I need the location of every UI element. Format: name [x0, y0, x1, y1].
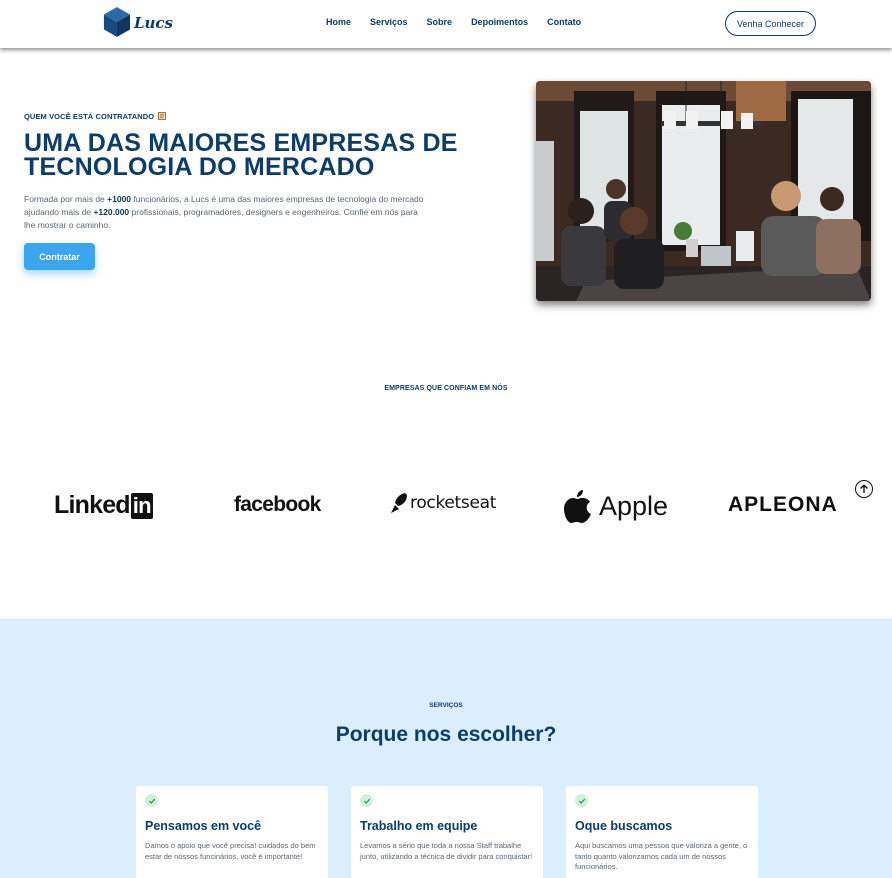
linkedin-logo: Linked in [54, 491, 153, 519]
service-card-text: Aqui buscamos uma pessoa que valoriza a … [575, 841, 748, 871]
check-icon [360, 794, 373, 807]
logo-text: Lucs [133, 14, 173, 32]
nav-link-servicos[interactable]: Serviços [370, 17, 408, 27]
services-title: Porque nos escolher? [335, 723, 557, 746]
back-to-top-button[interactable] [855, 480, 873, 498]
scroll-icon [158, 112, 167, 120]
companies-title: EMPRESAS QUE CONFIAM EM NÓS [384, 385, 508, 392]
rocket-icon [391, 493, 407, 513]
apleona-logo: APLEONA [728, 493, 838, 516]
service-card-text: Levamos a sério que toda a nossa Staff t… [360, 841, 533, 861]
nav-link-sobre[interactable]: Sobre [427, 17, 453, 27]
hero-eyebrow-text: QUEM VOCÊ ESTÁ CONTRATANDO [24, 111, 155, 121]
check-icon [575, 794, 588, 807]
venha-conhecer-button[interactable]: Venha Conhecer [725, 11, 816, 36]
nav-link-home[interactable]: Home [326, 17, 351, 27]
nav-menu: Home Serviços Sobre Depoimentos Contato [326, 17, 581, 27]
services-section: SERVIÇOS Porque nos escolher? Pensamos e… [0, 619, 892, 878]
service-card-title: Pensamos em você [145, 819, 262, 833]
nav-link-depoimentos[interactable]: Depoimentos [471, 17, 528, 27]
rocketseat-logo: rocketseat [390, 492, 496, 514]
hero-description: Formada por mais de +1000 funcionários, … [24, 194, 424, 230]
logo[interactable]: Lucs [103, 4, 173, 40]
hero-title: UMA DAS MAIORES EMPRESAS DE TECNOLOGIA D… [24, 129, 458, 181]
service-card-text: Damos o apoio que você precisa! cuidados… [145, 841, 316, 861]
facebook-logo: facebook [234, 493, 321, 516]
service-card-title: Trabalho em equipe [360, 819, 478, 833]
cube-logo-icon [103, 7, 131, 37]
navbar: Lucs Home Serviços Sobre Depoimentos Con… [0, 0, 892, 48]
apple-logo: Apple [563, 488, 668, 524]
service-card-title: Oque buscamos [575, 819, 673, 833]
arrow-up-icon [860, 484, 868, 493]
team-meeting-photo [536, 81, 871, 301]
service-card: Oque buscamos Aqui buscamos uma pessoa q… [566, 786, 758, 878]
hero-eyebrow: QUEM VOCÊ ESTÁ CONTRATANDO [24, 111, 167, 121]
service-card: Trabalho em equipe Levamos a sério que t… [351, 786, 543, 878]
apple-icon [564, 490, 591, 523]
services-eyebrow: SERVIÇOS [429, 702, 463, 709]
nav-link-contato[interactable]: Contato [547, 17, 581, 27]
check-icon [145, 794, 158, 807]
service-card: Pensamos em você Damos o apoio que você … [136, 786, 328, 878]
contratar-button[interactable]: Contratar [24, 243, 95, 270]
